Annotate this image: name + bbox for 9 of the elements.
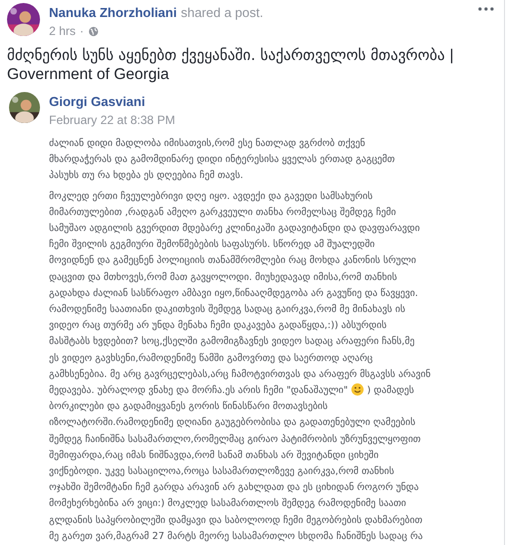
share-action: shared a post. [180,5,264,20]
post-paragraph: ძალიან დიდი მადლობა იმისათვის,რომ ესე ნათლად ვგრძობ თქვენ მხარდაჭერას და გამომდინარე დიდი ინტერესისა ყველას ერთად გაგცემთ პასუხს თუ რა ხდება ეს დღეებია ჩემ თავს. [49,137,396,184]
smiley-icon [350,383,364,396]
author-name[interactable]: Giorgi Gasviani [49,94,176,109]
author-name[interactable]: Nanuka Zhorzholiani [49,5,177,20]
separator: · [80,24,84,38]
post-paragraph: მოკლედ ერთი ჩვეულებრივი დღე იყო. ავდექი და გავედი სამსახურის მიმართულებით ,რადგან ამეღო გარკვეული თანხა რომელსაც შემდეგ ჩემი სამუშაო ადგილის გვერდით მდებარე კლინიკაში გადავიტანდი და დავფარავდი ჩემი შვილის გეგმიური შემოწმებების საფასურს. სწორედ ამ შუალედში მოვიდნენ და გამეცნენ პოლიციის თანამშრომლები რაც მოხდა კანონის სრული დაცვით და მთხოვეს,რომ მათ გავყოლოდი. მიუხედავად იმისა,რომ თანხის გადახდა ძალიან სასწრაფო ამბავი იყო,წინააღმდეგობა არ გავუწიე და წავყევი. რამოდენიმე საათიანი დაკითხვის შემდეგ სადაც გაირკვა,რომ მე მინახავს ის ვიდეო რაც თურმე არ უნდა მენახა ჩემი დაკავება გადაწყდა,:)) აბსურდის მასშტაბს ხვდებით? სოც,ქსელში გამომიგზავნეს ვიდეო სადაც არაფერი ჩანს,მე ეს ვიდეო გავხსენი,რამოდენიმე წამში გამოვრთე და საერთოდ აღარც გამხსენებია. მე არც გავრცელებას,არც ჩამოტვირთვას და არაფერ მსგავსს არავინ მედავება. უბრალოდ ვნახე და მორჩა.ეს არის ჩემი "დანაშაული" ) დამადეს ბორკილები და გადამიყვანეს გორის წინასწარი მოთავსების იზოლატორში.რამოდენიმე დღიანი გაუგებრობისა და გადათენებული ღამეების შემდეგ ჩაინიშნა სასამართლო,რომელმაც გირაო პატიმრობის უზრუნველყოფით შემიფარდა,რაც იმას ნიშნავდა,რომ სანამ თანხას არ შევიტანდი ციხეში ვიქნებოდი. უკვე სასაცილოა,როცა სასამართლოზევე გაირკვა,რომ თანხის ოჯახში შემომტანი ჩემ გარდა არავინ არ გახლდათ და ეს ციხიდან როგორ უნდა მომეხერხებინა არ ვიცი:) მოკლედ სასამართლოს შემდეგ რამოდენიმე საათი გლდანის საპყრობილეში დამყავი და საბოლოოდ ჩემი მეგობრების დახმარებით მე გარეთ ვარ,მაგრამ 27 მარტს მეორე სასამართლო სხდომა ჩანიშნეს სადაც რა [49,190,432,544]
shared-post-title: მძღნერის სუნს აყენებთ ქვეყანაში. საქართველოს მთავრობა | Government of Georgia [7,46,455,84]
globe-icon [88,26,99,36]
